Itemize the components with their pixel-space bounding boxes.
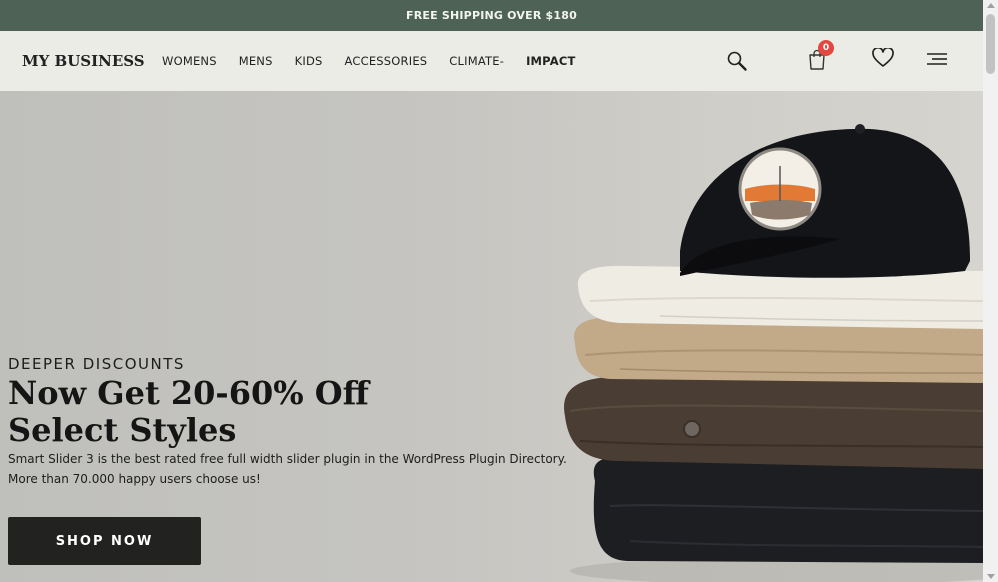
nav-item-womens[interactable]: WOMENS	[162, 54, 217, 68]
hero-description: Smart Slider 3 is the best rated free fu…	[8, 450, 568, 489]
page-scrollbar[interactable]	[983, 0, 998, 582]
nav-item-impact[interactable]: IMPACT	[526, 54, 575, 68]
announcement-text: FREE SHIPPING OVER $180	[406, 9, 577, 22]
main-nav: WOMENS MENS KIDS ACCESSORIES CLIMATE- IM…	[162, 54, 598, 68]
menu-icon[interactable]	[926, 52, 948, 66]
scroll-down-icon[interactable]	[987, 574, 995, 579]
scroll-up-icon[interactable]	[987, 3, 995, 8]
nav-item-climate[interactable]: CLIMATE-	[449, 54, 504, 68]
hero-title: Now Get 20-60% Off Select Styles	[8, 375, 408, 449]
site-header: MY BUSINESS WOMENS MENS KIDS ACCESSORIES…	[0, 31, 983, 91]
scroll-thumb[interactable]	[986, 14, 995, 74]
hero-description-line-2: More than 70.000 happy users choose us!	[8, 471, 261, 486]
nav-item-kids[interactable]: KIDS	[295, 54, 323, 68]
hero-subtitle: DEEPER DISCOUNTS	[8, 355, 185, 373]
search-icon[interactable]	[726, 50, 748, 72]
shop-now-button[interactable]: SHOP NOW	[8, 517, 201, 565]
site-logo[interactable]: MY BUSINESS	[22, 52, 145, 70]
hero-description-line-1: Smart Slider 3 is the best rated free fu…	[8, 452, 567, 466]
nav-item-mens[interactable]: MENS	[239, 54, 273, 68]
nav-item-accessories[interactable]: ACCESSORIES	[345, 54, 428, 68]
hero-product-image	[564, 124, 983, 582]
hero-title-line-2: Select Styles	[8, 411, 237, 449]
heart-icon[interactable]	[872, 48, 894, 68]
hero-slider: DEEPER DISCOUNTS Now Get 20-60% Off Sele…	[0, 91, 983, 582]
cart-count-badge: 0	[818, 40, 834, 56]
hero-title-line-1: Now Get 20-60% Off	[8, 374, 369, 412]
announcement-bar: FREE SHIPPING OVER $180	[0, 0, 983, 31]
